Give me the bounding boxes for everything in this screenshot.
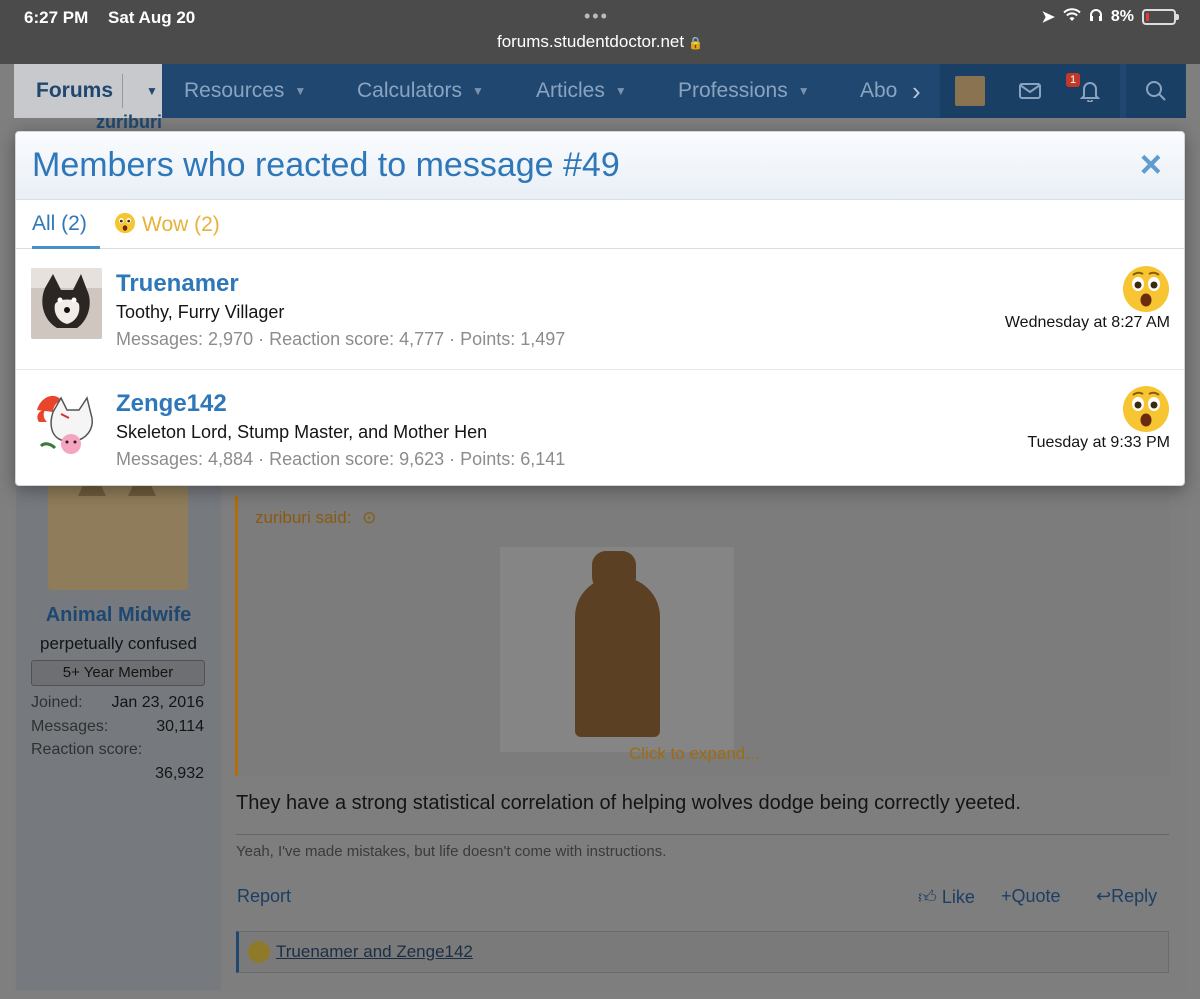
quote-button[interactable]: +Quote	[1001, 886, 1061, 907]
nav-tab-label: Resources	[184, 79, 285, 102]
joined-label: Joined:	[31, 694, 83, 711]
search-icon	[1146, 81, 1166, 101]
tab-wow[interactable]: Wow (2)	[114, 212, 220, 237]
poster-title: perpetually confused	[40, 634, 197, 653]
status-time: 6:27 PM	[24, 8, 89, 27]
member-badge: 5+ Year Member	[31, 660, 205, 686]
plus-icon: +	[1001, 886, 1012, 906]
member-name-link[interactable]: Truenamer	[116, 270, 239, 298]
nav-tab-label: Abo	[860, 79, 898, 102]
click-to-expand-link[interactable]: Click to expand...	[629, 744, 759, 764]
messages-value: 30,114	[156, 718, 204, 735]
poster-name[interactable]: Animal Midwife	[16, 604, 221, 627]
reaction-tabs: All (2) Wow (2)	[16, 200, 1184, 249]
wow-emoji-icon	[114, 212, 136, 234]
post-body: They have a strong statistical correlati…	[236, 792, 1021, 814]
dialog-header: Members who reacted to message #49 ×	[16, 132, 1184, 200]
reply-label: Reply	[1111, 886, 1158, 906]
wow-emoji-icon	[248, 941, 270, 963]
reaction-time[interactable]: Tuesday at 9:33 PM	[1027, 434, 1170, 452]
chevron-down-icon[interactable]: ▼	[146, 64, 158, 118]
nav-tab-calculators[interactable]: Calculators ▼	[357, 64, 484, 118]
chevron-down-icon[interactable]: ▼	[798, 84, 810, 98]
nav-tab-resources[interactable]: Resources ▼	[184, 64, 306, 118]
nav-tab-label: Calculators	[357, 79, 463, 102]
quote-author: zuriburi said:	[255, 508, 352, 527]
headphones-icon	[1089, 8, 1103, 27]
close-icon[interactable]: ×	[1140, 144, 1162, 187]
reaction-score-value: 36,932	[155, 765, 204, 782]
nav-tab-forums[interactable]: Forums ▼	[14, 64, 162, 118]
nav-tab-about[interactable]: Abo	[860, 64, 910, 118]
status-date: Sat Aug 20	[108, 8, 196, 27]
address-bar[interactable]: forums.studentdoctor.net 🔒	[0, 32, 1200, 52]
signature: Yeah, I've made mistakes, but life doesn…	[236, 843, 667, 860]
member-title: Skeleton Lord, Stump Master, and Mother …	[116, 422, 488, 442]
messages-label: Messages:	[31, 718, 109, 735]
reaction-row: Zenge142 Skeleton Lord, Stump Master, an…	[16, 369, 1184, 485]
member-stats: Messages: 2,970 · Reaction score: 4,777 …	[116, 329, 566, 349]
tab-all[interactable]: All (2)	[32, 212, 100, 249]
account-avatar-button[interactable]	[940, 64, 1000, 118]
thumbs-up-icon: 👍︎	[918, 887, 937, 907]
reaction-row: Truenamer Toothy, Furry Villager Message…	[16, 250, 1184, 369]
top-poster-username[interactable]: zuriburi	[96, 112, 162, 133]
reactions-dialog: Members who reacted to message #49 × All…	[15, 131, 1185, 486]
reaction-score-label: Reaction score:	[31, 741, 143, 758]
reaction-time[interactable]: Wednesday at 8:27 AM	[1005, 314, 1170, 332]
alerts-button[interactable]: 1	[1060, 64, 1120, 118]
nav-divider	[122, 74, 123, 108]
nav-scroll-right-icon[interactable]: ›	[912, 64, 921, 118]
chevron-down-icon[interactable]: ▼	[615, 84, 627, 98]
battery-percent: 8%	[1110, 8, 1134, 25]
nav-tab-articles[interactable]: Articles ▼	[536, 64, 627, 118]
member-name-link[interactable]: Zenge142	[116, 390, 227, 418]
avatar[interactable]	[31, 268, 102, 339]
bell-icon	[1080, 82, 1100, 102]
member-stats: Messages: 4,884 · Reaction score: 9,623 …	[116, 449, 566, 469]
reply-button[interactable]: ↩Reply	[1096, 886, 1157, 907]
arrow-up-circle-icon[interactable]: ⊙	[362, 508, 376, 527]
chevron-down-icon[interactable]: ▼	[472, 84, 484, 98]
tab-wow-label: Wow (2)	[142, 213, 220, 236]
ios-status-bar: 6:27 PM Sat Aug 20 ••• forums.studentdoc…	[0, 0, 1200, 64]
notification-badge: 1	[1066, 73, 1081, 87]
quote-label: Quote	[1011, 886, 1061, 906]
wow-emoji-icon	[1123, 266, 1169, 312]
status-icons: ➤ 8%	[1041, 7, 1179, 27]
nav-tab-professions[interactable]: Professions ▼	[678, 64, 810, 118]
multitask-dots-icon[interactable]: •••	[584, 6, 609, 27]
nav-tab-label: Articles	[536, 79, 605, 102]
avatar[interactable]	[31, 388, 102, 459]
giraffe-body	[575, 577, 660, 737]
inbox-button[interactable]	[1000, 64, 1060, 118]
nav-tab-label: Forums	[36, 79, 114, 102]
location-icon: ➤	[1041, 9, 1055, 26]
avatar	[955, 76, 985, 106]
signature-divider	[236, 834, 1169, 835]
report-link[interactable]: Report	[237, 886, 291, 907]
battery-icon	[1142, 9, 1179, 25]
reactions-summary-link[interactable]: Truenamer and Zenge142	[276, 942, 473, 962]
like-label: Like	[941, 887, 975, 907]
url-text: forums.studentdoctor.net	[496, 32, 685, 51]
chevron-down-icon[interactable]: ▼	[294, 84, 306, 98]
search-button[interactable]	[1126, 64, 1186, 118]
member-title: Toothy, Furry Villager	[116, 302, 285, 322]
main-nav: Forums ▼ Resources ▼ Calculators ▼ Article…	[14, 64, 1186, 118]
like-button[interactable]: 👍︎ Like	[918, 886, 975, 908]
nav-tab-label: Professions	[678, 79, 788, 102]
reply-arrow-icon: ↩	[1096, 886, 1112, 906]
joined-value: Jan 23, 2016	[111, 694, 204, 711]
envelope-icon	[1019, 83, 1041, 99]
dialog-title: Members who reacted to message #49	[32, 146, 620, 184]
wow-emoji-icon	[1123, 386, 1169, 432]
poster-avatar[interactable]	[48, 466, 188, 590]
quoted-image[interactable]	[500, 547, 734, 752]
lock-icon: 🔒	[688, 36, 704, 50]
wifi-icon	[1063, 7, 1081, 27]
quote-attribution[interactable]: zuriburi said: ⊙	[255, 508, 376, 528]
